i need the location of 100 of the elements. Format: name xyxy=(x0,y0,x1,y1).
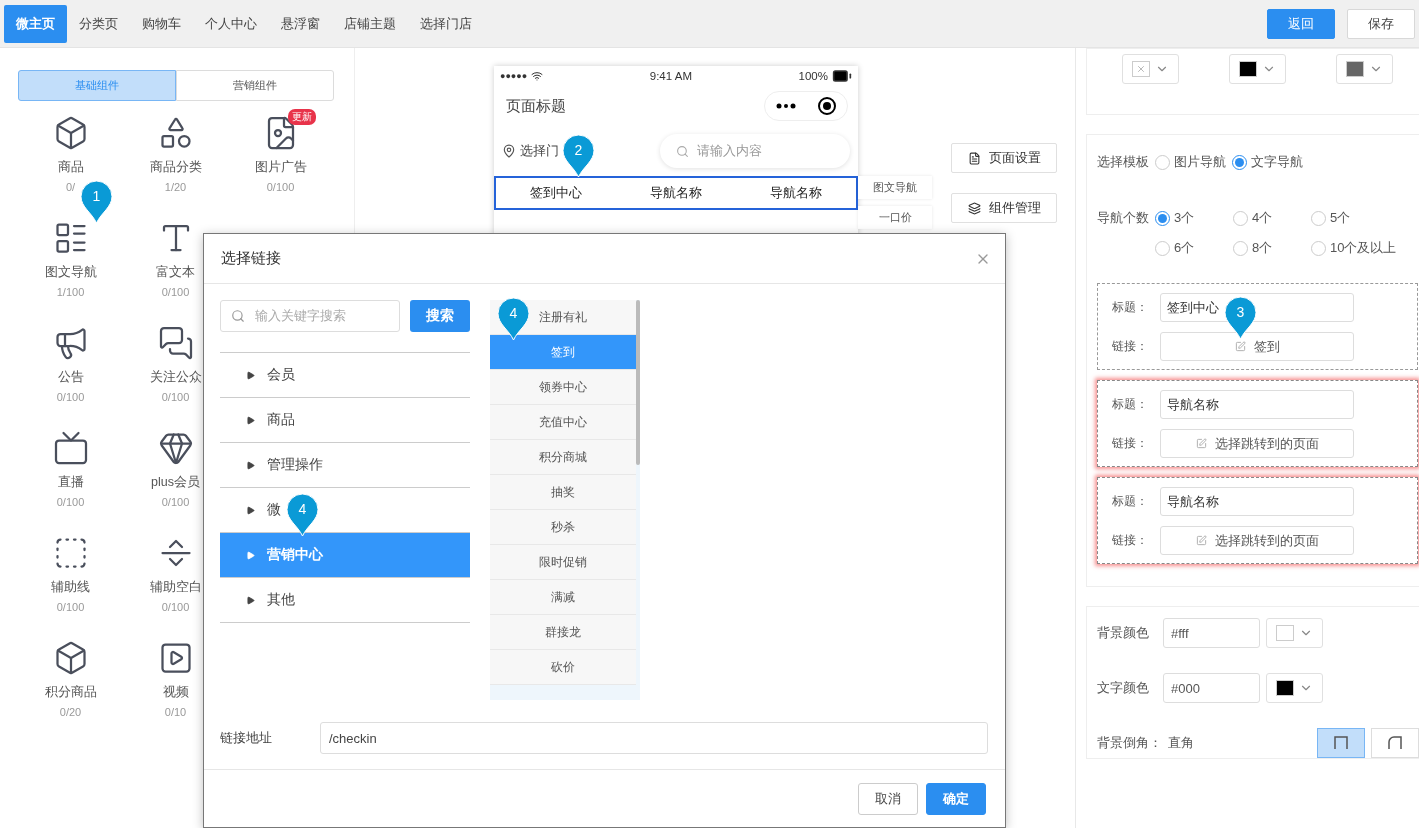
component-count: 1/100 xyxy=(56,286,85,298)
nav-tab[interactable]: 分类页 xyxy=(67,4,130,43)
color-picker[interactable] xyxy=(1229,54,1286,84)
component-name: 辅助空白 xyxy=(149,579,202,596)
category-label: 营销中心 xyxy=(267,546,323,564)
page-settings-button[interactable]: 页面设置 xyxy=(951,143,1057,173)
nav-link[interactable]: 导航名称 xyxy=(736,184,856,202)
edit-icon xyxy=(1195,438,1207,449)
category-item[interactable]: 管理操作 xyxy=(220,442,470,487)
scrollbar-thumb[interactable] xyxy=(636,300,640,465)
corner-option[interactable] xyxy=(1371,728,1419,758)
component-manager-button[interactable]: 组件管理 xyxy=(951,193,1057,223)
link-option[interactable]: 抽奖 xyxy=(490,475,636,510)
link-option[interactable]: 砍价 xyxy=(490,650,636,685)
tv-icon[interactable] xyxy=(52,430,89,466)
link-option[interactable]: 满减 xyxy=(490,580,636,615)
component-name: 视频 xyxy=(162,684,189,701)
field-label: 背景倒角： xyxy=(1097,734,1162,752)
nav-link[interactable]: 导航名称 xyxy=(616,184,736,202)
search-icon xyxy=(676,144,689,158)
nav-tab[interactable]: 个人中心 xyxy=(193,4,269,43)
color-field[interactable]: #fff xyxy=(1163,618,1260,648)
dialog-title: 选择链接 xyxy=(221,249,281,268)
component-tag[interactable]: 图文导航 xyxy=(858,176,932,199)
gem-icon[interactable] xyxy=(157,430,194,466)
round-corner-icon xyxy=(1388,736,1403,750)
dots-icon xyxy=(775,103,796,109)
category-label: 微 xyxy=(267,501,281,519)
category-item[interactable]: 其他 xyxy=(220,577,470,622)
component-name: 图片广告 xyxy=(254,159,307,176)
category-item[interactable]: 商品 xyxy=(220,397,470,442)
color-picker[interactable] xyxy=(1336,54,1393,84)
document-icon xyxy=(967,151,981,165)
radio-label: 8个 xyxy=(1252,239,1273,257)
component-name: 富文本 xyxy=(156,264,195,281)
chat-icon[interactable] xyxy=(157,325,194,361)
link-option[interactable]: 积分商城 xyxy=(490,440,636,475)
title-field[interactable]: 导航名称 xyxy=(1160,390,1354,419)
link-option[interactable]: 群接龙 xyxy=(490,615,636,650)
color-picker[interactable] xyxy=(1122,54,1179,84)
battery-level: 100% xyxy=(798,70,828,82)
save-button[interactable]: 保存 xyxy=(1347,8,1415,39)
component-name: 公告 xyxy=(57,369,84,386)
caret-icon xyxy=(246,460,255,470)
nav-tab[interactable]: 悬浮窗 xyxy=(269,4,332,43)
link-option[interactable]: 领券中心 xyxy=(490,370,636,405)
component-count: 0/100 xyxy=(266,181,295,193)
segment-tab[interactable]: 营销组件 xyxy=(176,70,334,101)
category-item[interactable]: 会员 xyxy=(220,352,470,397)
link-option[interactable]: 充值中心 xyxy=(490,405,636,440)
step-callout-tooltip: 3 xyxy=(1224,296,1257,340)
link-option[interactable]: 秒杀 xyxy=(490,510,636,545)
color-field[interactable]: #000 xyxy=(1163,673,1260,703)
link-button[interactable]: 选择跳转到的页面 xyxy=(1160,526,1354,555)
signal-dots: ●●●●● xyxy=(500,71,528,81)
caret-icon xyxy=(246,550,255,560)
component-count: 0/100 xyxy=(161,391,190,403)
status-time: 9:41 AM xyxy=(649,70,692,82)
radio-label: 3个 xyxy=(1174,209,1195,227)
edit-icon xyxy=(1234,341,1246,352)
component-name: plus会员 xyxy=(151,474,200,491)
page-title: 页面标题 xyxy=(506,96,566,116)
link-option[interactable]: 限时促销 xyxy=(490,545,636,580)
nav-tab[interactable]: 选择门店 xyxy=(408,4,484,43)
step-callout-tooltip: 4 xyxy=(497,297,530,341)
store-selector[interactable]: 选择门 xyxy=(520,142,559,160)
radio-label: 4个 xyxy=(1252,209,1273,227)
component-name: 关注公众 xyxy=(149,369,202,386)
color-picker[interactable] xyxy=(1266,618,1323,648)
link-address-field[interactable]: /checkin xyxy=(320,722,988,754)
nav-tab[interactable]: 店铺主题 xyxy=(332,4,408,43)
wifi-icon xyxy=(531,70,544,82)
cancel-button[interactable]: 取消 xyxy=(858,782,918,815)
link-button[interactable]: 选择跳转到的页面 xyxy=(1160,429,1354,458)
link-button[interactable]: 签到 xyxy=(1160,332,1354,361)
corner-option[interactable] xyxy=(1317,728,1366,758)
nav-tab[interactable]: 购物车 xyxy=(130,4,193,43)
field-label: 选择模板 xyxy=(1097,153,1149,171)
component-count: 0/20 xyxy=(59,706,82,718)
component-name: 辅助线 xyxy=(51,579,90,596)
color-picker[interactable] xyxy=(1266,673,1323,703)
radio-label: 6个 xyxy=(1174,239,1195,257)
nav-link[interactable]: 签到中心 xyxy=(496,184,616,202)
corner-value: 直角 xyxy=(1168,734,1195,752)
component-tag[interactable]: 一口价 xyxy=(858,206,932,229)
component-name: 图文导航 xyxy=(44,264,97,281)
title-field[interactable]: 导航名称 xyxy=(1160,487,1354,516)
new-badge: 更新 xyxy=(288,109,316,125)
field-label: 链接： xyxy=(1112,532,1149,549)
field-label: 链接地址 xyxy=(220,729,273,747)
caret-icon xyxy=(246,595,255,605)
target-icon[interactable] xyxy=(816,96,837,116)
component-count: 1/20 xyxy=(164,181,187,193)
component-name: 直播 xyxy=(57,474,84,491)
component-count: 0/100 xyxy=(161,601,190,613)
component-name: 商品分类 xyxy=(149,159,202,176)
field-label: 标题： xyxy=(1112,493,1149,510)
step-callout-tooltip: 1 xyxy=(80,180,113,224)
square-corner-icon xyxy=(1334,736,1349,750)
field-label: 链接： xyxy=(1112,435,1149,452)
